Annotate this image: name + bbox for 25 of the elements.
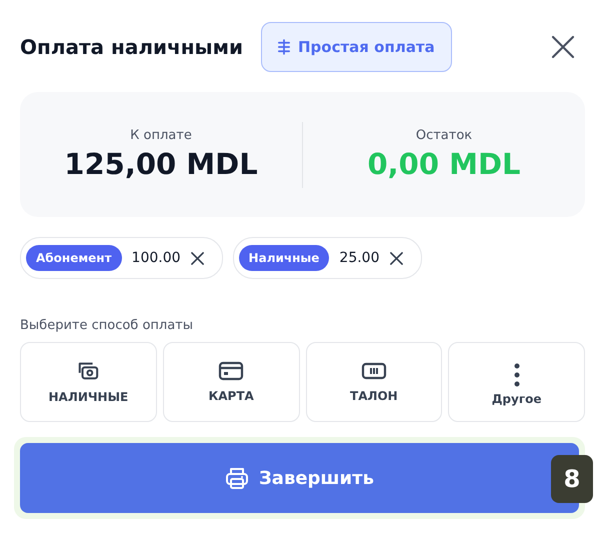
more-icon [514, 362, 520, 388]
payment-method-button[interactable]: КАРТА [162, 342, 300, 422]
shortcut-badge: 8 [551, 455, 593, 503]
remove-icon[interactable] [190, 252, 204, 264]
summary-label: К оплате [130, 128, 192, 143]
card-icon [218, 361, 244, 381]
cash-icon [76, 360, 100, 382]
payment-method-button[interactable]: НАЛИЧНЫЕ [20, 342, 157, 422]
payment-amount: 25.00 [339, 250, 380, 266]
payment-method-button[interactable]: Другое [448, 342, 585, 422]
payment-amount: 100.00 [132, 250, 181, 266]
simple-payment-button[interactable]: Простая оплата [261, 22, 452, 72]
payment-method-tag: Абонемент [26, 245, 122, 271]
summary-label: Остаток [416, 128, 472, 143]
dialog-title: Оплата наличными [20, 35, 243, 59]
summary-amount: 125,00 MDL [64, 147, 258, 181]
ticket-icon [360, 361, 387, 381]
printer-icon [225, 466, 250, 490]
payment-method-tag: Наличные [238, 245, 330, 271]
close-icon[interactable] [551, 35, 575, 59]
summary-amount: 0,00 MDL [367, 147, 521, 181]
sliders-icon [278, 39, 290, 55]
payment-method-button[interactable]: ТАЛОН [306, 342, 442, 422]
section-label: Выберите способ оплаты [20, 318, 194, 333]
remove-icon[interactable] [390, 252, 402, 264]
